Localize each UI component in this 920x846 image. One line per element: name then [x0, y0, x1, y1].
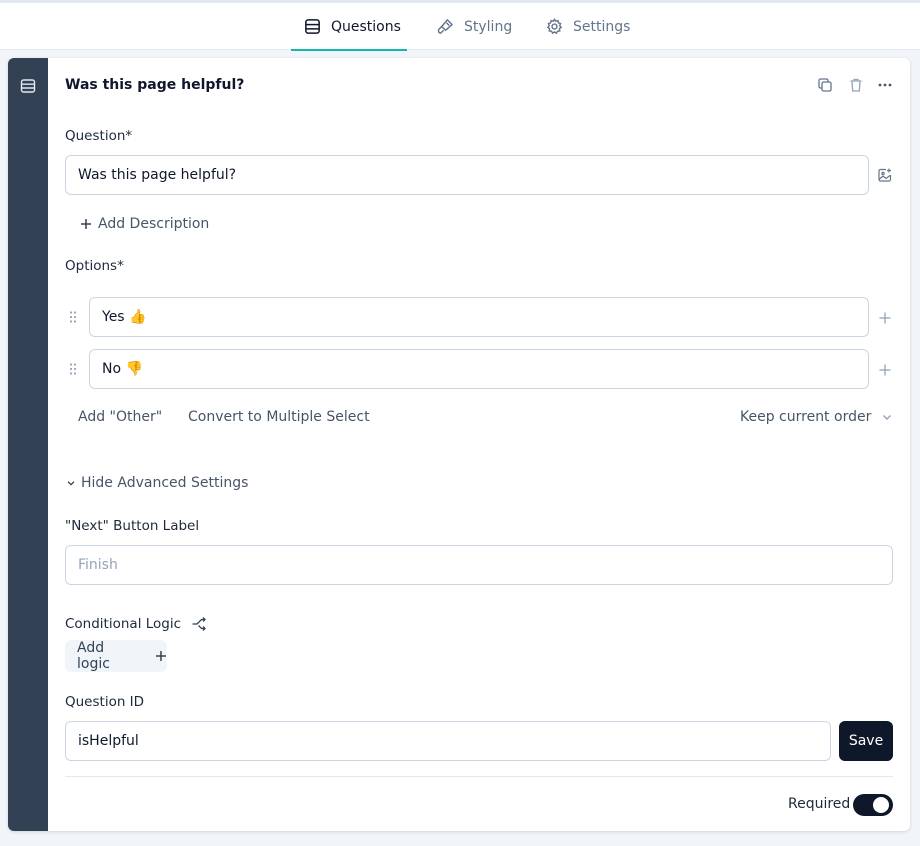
list-icon — [20, 79, 36, 93]
card-side-rail[interactable] — [8, 58, 48, 831]
more-options-icon[interactable] — [876, 76, 894, 94]
tab-questions-label: Questions — [331, 18, 401, 35]
list-icon — [305, 19, 320, 34]
add-logic-button[interactable]: Add logic — [65, 640, 167, 672]
editor-tab-bar: Questions Styling Settings — [0, 0, 920, 51]
add-description-label: Add Description — [98, 216, 210, 232]
conditional-logic-header: Conditional Logic — [65, 616, 207, 632]
tab-styling[interactable]: Styling — [436, 3, 512, 50]
duplicate-icon[interactable] — [816, 76, 834, 94]
question-card: Was this page helpful? Question* Was thi… — [8, 58, 910, 831]
next-button-label-input[interactable]: Finish — [65, 545, 893, 585]
tab-styling-label: Styling — [464, 18, 513, 35]
convert-to-multi-select-button[interactable]: Convert to Multiple Select — [188, 409, 370, 425]
gear-icon — [546, 18, 563, 35]
chevron-down-icon — [883, 415, 892, 420]
add-other-button[interactable]: Add "Other" — [78, 409, 162, 425]
paintbrush-icon — [437, 19, 453, 34]
next-button-label-title: "Next" Button Label — [65, 518, 200, 534]
advanced-settings-toggle[interactable]: Hide Advanced Settings — [66, 475, 248, 491]
question-card-title: Was this page helpful? — [65, 77, 245, 93]
plus-icon — [81, 219, 91, 229]
divider — [65, 776, 893, 777]
plus-icon — [156, 651, 167, 661]
add-option-icon[interactable] — [876, 361, 894, 379]
advanced-settings-label: Hide Advanced Settings — [81, 475, 249, 491]
chevron-down-icon — [67, 481, 75, 486]
split-arrow-icon — [192, 617, 206, 631]
question-input[interactable]: Was this page helpful? — [65, 155, 869, 195]
conditional-logic-label: Conditional Logic — [65, 616, 182, 632]
add-option-icon[interactable] — [876, 309, 894, 327]
drag-handle-icon[interactable] — [64, 360, 82, 378]
active-tab-indicator — [291, 49, 407, 51]
save-button[interactable]: Save — [839, 721, 893, 761]
question-label: Question* — [65, 128, 133, 144]
tab-questions[interactable]: Questions — [291, 3, 407, 51]
add-logic-label: Add logic — [77, 640, 110, 672]
option-order-value: Keep current order — [740, 409, 872, 425]
add-description-button[interactable]: Add Description — [80, 216, 209, 232]
tab-settings[interactable]: Settings — [545, 3, 630, 50]
required-toggle[interactable] — [853, 794, 893, 816]
required-label: Required — [788, 796, 851, 812]
drag-handle-icon[interactable] — [64, 308, 82, 326]
option-input[interactable]: No 👎 — [89, 349, 869, 389]
tab-settings-label: Settings — [573, 18, 631, 35]
trash-icon[interactable] — [847, 76, 865, 94]
option-order-select[interactable]: Keep current order — [740, 409, 893, 425]
add-image-icon[interactable] — [876, 166, 894, 184]
options-label: Options* — [65, 258, 124, 274]
toggle-knob — [873, 797, 889, 813]
option-input[interactable]: Yes 👍 — [89, 297, 869, 337]
question-id-input[interactable]: isHelpful — [65, 721, 831, 761]
question-id-label: Question ID — [65, 694, 145, 710]
